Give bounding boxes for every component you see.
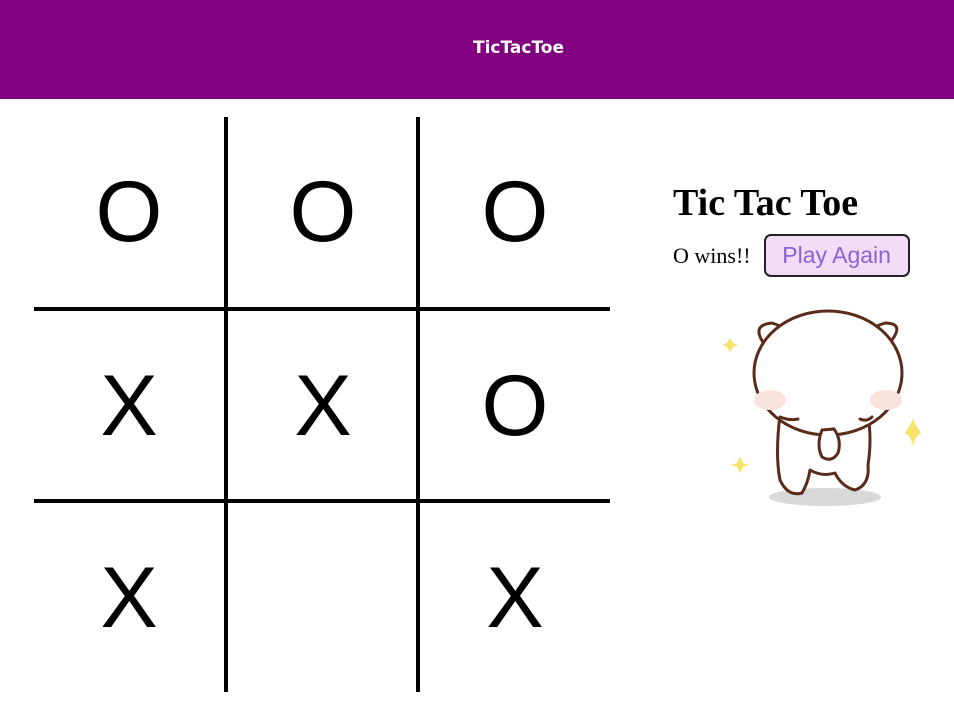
top-bar: TicTacToe bbox=[0, 0, 954, 99]
board-cell-4[interactable]: X bbox=[228, 311, 418, 501]
board-cell-0[interactable]: O bbox=[34, 117, 224, 307]
game-status: O wins!! bbox=[673, 242, 751, 268]
board-cell-7[interactable] bbox=[228, 503, 418, 693]
board-cell-2[interactable]: O bbox=[420, 117, 610, 307]
board-cell-5[interactable]: O bbox=[420, 311, 610, 501]
game-title: Tic Tac Toe bbox=[673, 182, 859, 224]
board-cell-6[interactable]: X bbox=[34, 503, 224, 693]
board-cell-3[interactable]: X bbox=[34, 311, 224, 501]
play-again-button[interactable]: Play Again bbox=[763, 234, 910, 277]
app-title: TicTacToe bbox=[473, 38, 565, 58]
game-board: O O O X X O X X bbox=[34, 117, 610, 692]
board-cell-8[interactable]: X bbox=[420, 503, 610, 693]
status-row: O wins!! Play Again bbox=[673, 234, 910, 277]
cat-sticker-icon bbox=[710, 305, 930, 515]
game-panel: Tic Tac Toe O wins!! Play Again bbox=[673, 180, 910, 277]
board-cell-1[interactable]: O bbox=[228, 117, 418, 307]
